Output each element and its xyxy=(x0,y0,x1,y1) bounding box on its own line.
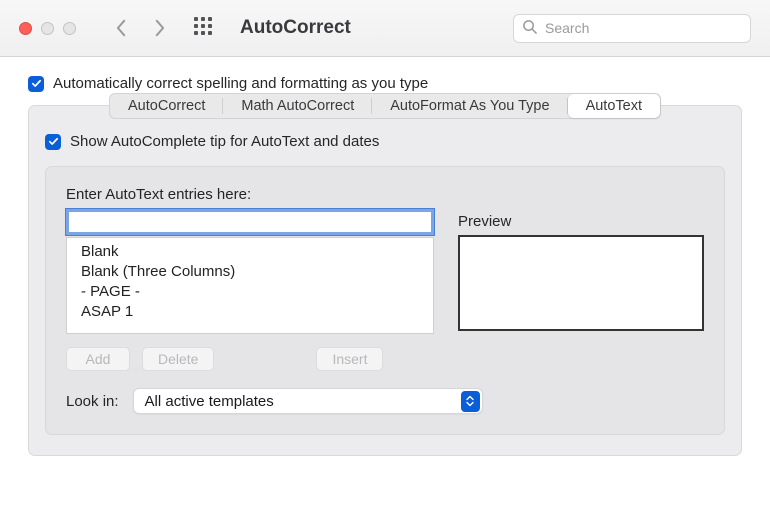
forward-button[interactable] xyxy=(146,15,172,41)
show-autocomplete-label: Show AutoComplete tip for AutoText and d… xyxy=(70,133,379,150)
delete-button[interactable]: Delete xyxy=(142,347,214,371)
settings-group: AutoCorrect Math AutoCorrect AutoFormat … xyxy=(28,105,742,456)
autotext-entry-input[interactable] xyxy=(66,209,434,235)
add-button[interactable]: Add xyxy=(66,347,130,371)
back-button[interactable] xyxy=(108,15,134,41)
content-area: Automatically correct spelling and forma… xyxy=(0,57,770,478)
auto-correct-checkbox[interactable] xyxy=(28,76,44,92)
zoom-window-button[interactable] xyxy=(63,22,76,35)
look-in-popup[interactable]: All active templates xyxy=(133,388,483,414)
show-autocomplete-row: Show AutoComplete tip for AutoText and d… xyxy=(45,133,725,150)
show-all-icon[interactable] xyxy=(194,17,216,39)
list-item[interactable]: ASAP 1 xyxy=(67,301,433,321)
window-title: AutoCorrect xyxy=(240,17,351,39)
tab-math-autocorrect[interactable]: Math AutoCorrect xyxy=(223,94,372,118)
show-autocomplete-checkbox[interactable] xyxy=(45,134,61,150)
insert-button[interactable]: Insert xyxy=(316,347,383,371)
minimize-window-button[interactable] xyxy=(41,22,54,35)
tab-autotext[interactable]: AutoText xyxy=(568,94,660,118)
button-row: Add Delete Insert xyxy=(66,347,704,371)
list-item[interactable]: Blank xyxy=(67,241,433,261)
search-icon xyxy=(522,19,537,38)
auto-correct-label: Automatically correct spelling and forma… xyxy=(53,75,428,92)
close-window-button[interactable] xyxy=(19,22,32,35)
preview-label: Preview xyxy=(458,213,704,230)
autotext-entries-list[interactable]: Blank Blank (Three Columns) - PAGE - ASA… xyxy=(66,237,434,334)
toolbar: AutoCorrect xyxy=(0,0,770,57)
look-in-row: Look in: All active templates xyxy=(66,388,704,414)
look-in-label: Look in: xyxy=(66,393,119,410)
search-input[interactable] xyxy=(543,19,742,37)
tab-autocorrect[interactable]: AutoCorrect xyxy=(110,94,223,118)
autotext-group: Enter AutoText entries here: Blank Blank… xyxy=(45,166,725,435)
chevron-updown-icon xyxy=(461,391,480,412)
search-field[interactable] xyxy=(513,14,751,43)
list-item[interactable]: - PAGE - xyxy=(67,281,433,301)
look-in-value: All active templates xyxy=(145,393,274,410)
tab-autoformat-as-you-type[interactable]: AutoFormat As You Type xyxy=(372,94,567,118)
tab-bar: AutoCorrect Math AutoCorrect AutoFormat … xyxy=(109,93,661,119)
entries-label: Enter AutoText entries here: xyxy=(66,186,704,203)
window-controls xyxy=(19,22,76,35)
preview-box xyxy=(458,235,704,331)
auto-correct-checkbox-row: Automatically correct spelling and forma… xyxy=(28,75,742,92)
list-item[interactable]: Blank (Three Columns) xyxy=(67,261,433,281)
